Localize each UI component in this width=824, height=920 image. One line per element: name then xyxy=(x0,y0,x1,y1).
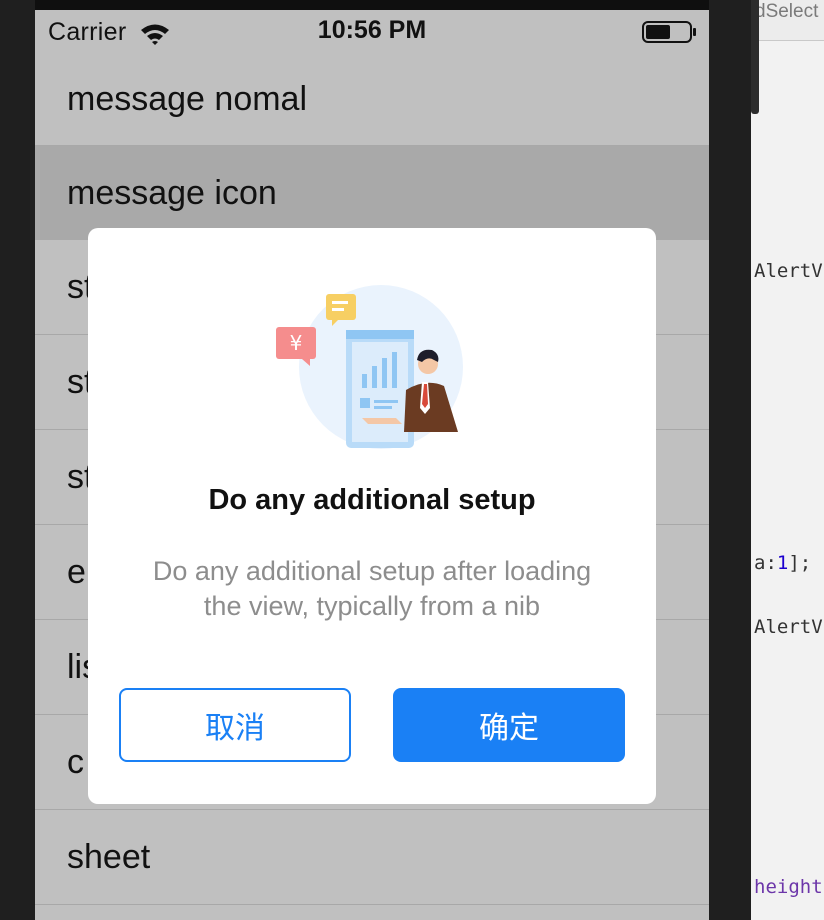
dialog-message-line: Do any additional setup after loading xyxy=(152,556,592,586)
dialog-title: Do any additional setup xyxy=(208,484,536,516)
table-row-selected[interactable]: message icon xyxy=(35,146,709,240)
xcode-editor-pane: dSelect AlertV a:1]; AlertV height xyxy=(709,0,824,920)
row-label: sheet xyxy=(67,837,151,876)
code-token: ]; xyxy=(788,552,812,574)
table-row[interactable]: message nomal xyxy=(35,54,709,146)
editor-tab-label: dSelect xyxy=(755,1,819,22)
dialog-message: Do any additional setup after loading th… xyxy=(118,554,626,624)
table-row[interactable]: sheet xyxy=(35,810,709,905)
scrollbar-thumb[interactable] xyxy=(751,0,759,114)
left-window-edge xyxy=(0,0,35,920)
status-time: 10:56 PM xyxy=(317,16,427,44)
yuan-symbol: ¥ xyxy=(290,331,303,355)
simulator-top-bezel xyxy=(35,0,709,10)
code-number: 1 xyxy=(776,552,789,574)
alert-dialog: ¥ Do any additional setup Do any additio… xyxy=(88,228,656,804)
code-line: height xyxy=(754,876,823,898)
battery-icon xyxy=(642,21,696,43)
cancel-button[interactable]: 取消 xyxy=(119,688,351,762)
code-line: AlertV xyxy=(754,616,823,638)
editor-tab[interactable]: dSelect xyxy=(751,0,824,41)
row-label: e xyxy=(67,552,86,591)
code-line: a:1]; xyxy=(754,552,811,574)
code-token: a: xyxy=(754,552,777,574)
confirm-button[interactable]: 确定 xyxy=(393,688,625,762)
dialog-message-line: the view, typically from a nib xyxy=(203,591,541,621)
status-bar: Carrier 10:56 PM xyxy=(35,10,709,54)
window-gap xyxy=(709,0,751,920)
row-label: message icon xyxy=(67,173,277,212)
row-label: message nomal xyxy=(67,80,308,118)
code-line: AlertV xyxy=(754,260,823,282)
code-editor[interactable]: dSelect xyxy=(751,0,824,920)
business-chart-illustration: ¥ xyxy=(276,285,463,449)
row-label: c xyxy=(67,742,84,781)
simulator-screen: Carrier 10:56 PM message nomal message i… xyxy=(35,0,709,920)
